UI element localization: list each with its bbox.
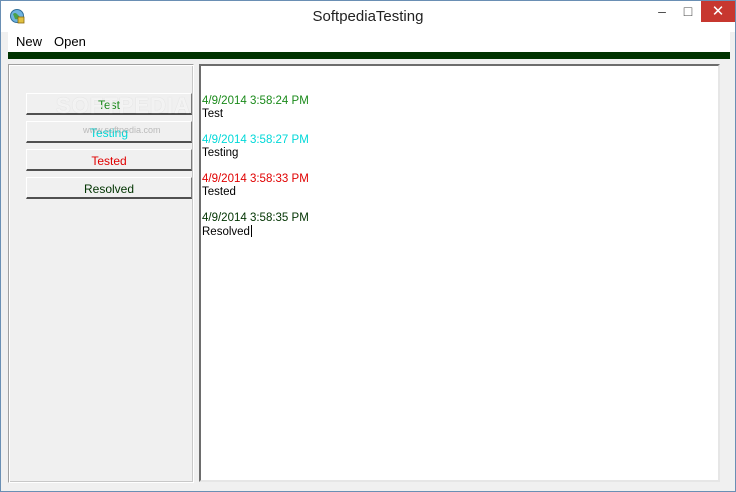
maximize-icon[interactable]: □ (675, 1, 701, 22)
title-bar[interactable]: SoftpediaTesting – □ ✕ (1, 1, 735, 32)
window-title: SoftpediaTesting (312, 8, 424, 25)
log-message: Test (202, 108, 224, 120)
log-timestamp: 4/9/2014 3:58:24 PM (202, 95, 309, 107)
log-timestamp: 4/9/2014 3:58:27 PM (202, 134, 309, 146)
menu-item-new[interactable]: New (16, 34, 42, 49)
log-message: Testing (202, 147, 239, 159)
close-icon[interactable]: ✕ (701, 1, 735, 22)
log-entry: 4/9/2014 3:58:27 PM Testing (202, 134, 309, 160)
log-entry: 4/9/2014 3:58:33 PM Tested (202, 173, 309, 199)
log-textbox[interactable]: 4/9/2014 3:58:24 PM Test 4/9/2014 3:58:2… (199, 64, 720, 482)
menu-bar: New Open (8, 32, 730, 52)
tested-button[interactable]: Tested (26, 149, 192, 171)
testing-button[interactable]: Testing (26, 121, 192, 143)
log-timestamp: 4/9/2014 3:58:33 PM (202, 173, 309, 185)
app-window: SoftpediaTesting – □ ✕ New Open Test Tes… (0, 0, 736, 492)
menu-item-open[interactable]: Open (54, 34, 86, 49)
resolved-button[interactable]: Resolved (26, 177, 192, 199)
log-timestamp: 4/9/2014 3:58:35 PM (202, 212, 309, 224)
log-entry: 4/9/2014 3:58:24 PM Test (202, 95, 309, 121)
button-panel: Test Testing Tested Resolved (8, 64, 194, 483)
log-message: Resolved (202, 225, 309, 239)
log-message-text: Resolved (202, 226, 250, 238)
minimize-icon[interactable]: – (649, 1, 675, 22)
text-caret (250, 225, 252, 237)
log-entry: 4/9/2014 3:58:35 PM Resolved (202, 212, 309, 239)
log-message: Tested (202, 186, 236, 198)
accent-bar (8, 52, 730, 59)
test-button[interactable]: Test (26, 93, 192, 115)
